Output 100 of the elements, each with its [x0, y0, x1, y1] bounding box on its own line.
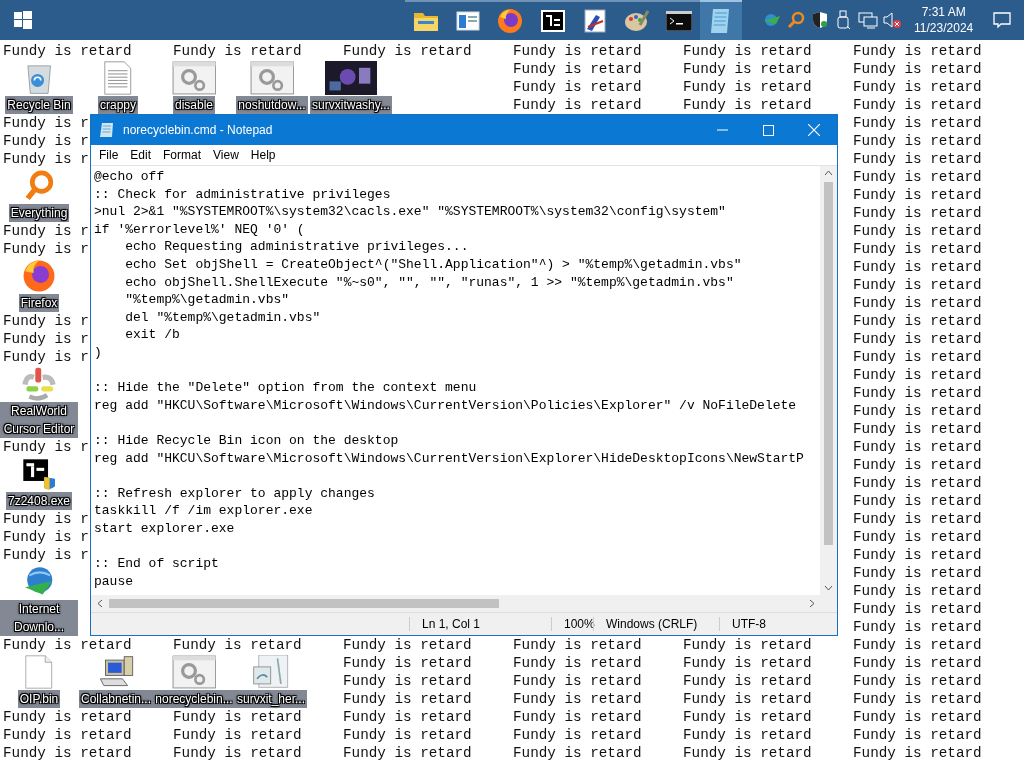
desktop-text: Fundy is retard	[853, 654, 982, 672]
icon-label[interactable]: Recycle Bin	[5, 96, 73, 114]
desktop-text: Fundy is r	[3, 528, 89, 546]
scroll-down-icon[interactable]	[824, 585, 833, 591]
icon-label[interactable]: 7z2408.exe	[5, 492, 73, 510]
desktop-text: Fundy is retard	[853, 582, 982, 600]
window-title: norecyclebin.cmd - Notepad	[123, 123, 274, 137]
code-line: @echo off	[94, 168, 165, 186]
desktop-text: Fundy is retard	[173, 708, 302, 726]
desktop-text: Fundy is retard	[683, 726, 812, 744]
computer-icon[interactable]	[97, 655, 135, 689]
desktop-text: Fundy is retard	[343, 636, 472, 654]
desktop-text: Fundy is retard	[683, 42, 812, 60]
horizontal-scrollbar[interactable]	[91, 595, 837, 612]
icon-label[interactable]: Firefox	[18, 294, 60, 312]
close-icon	[808, 124, 820, 136]
desktop-text: Fundy is retard	[853, 726, 982, 744]
archive-icon	[540, 10, 565, 32]
globe-icon[interactable]	[762, 12, 783, 28]
vertical-scrollbar[interactable]	[820, 166, 837, 595]
icon-label[interactable]: Collabnetin...	[78, 690, 153, 708]
icon-label[interactable]: RealWorld Cursor Editor	[0, 402, 78, 438]
desktop-text: Fundy is retard	[3, 708, 132, 726]
network-icon[interactable]	[858, 11, 879, 29]
scroll-up-icon[interactable]	[824, 170, 833, 176]
thumbnail-icon[interactable]	[324, 61, 378, 95]
palette-icon	[623, 9, 650, 33]
gear-window-icon[interactable]	[171, 61, 217, 95]
speech-bubble-icon	[992, 11, 1011, 29]
desktop-text: Fundy is retard	[343, 654, 472, 672]
desktop-text: Fundy is retard	[343, 744, 472, 762]
desktop-text: Fundy is retard	[853, 708, 982, 726]
code-line: taskkill /f /im explorer.exe	[94, 502, 313, 520]
code-line: echo Requesting administrative privileges...	[124, 238, 469, 256]
paint-icon	[583, 9, 606, 33]
menu-item[interactable]: Edit	[124, 148, 158, 162]
icon-label[interactable]: Everything	[8, 204, 70, 222]
desktop-text: Fundy is retard	[853, 510, 982, 528]
maximize-icon	[762, 124, 774, 136]
desktop-text: Fundy is r	[3, 546, 89, 564]
menu-item[interactable]: File	[93, 148, 125, 162]
menu-item[interactable]: Help	[244, 148, 282, 162]
archive-icon[interactable]	[21, 457, 57, 491]
menu-item[interactable]: View	[207, 148, 245, 162]
desktop-text: Fundy is retard	[683, 744, 812, 762]
icon-label[interactable]: norecyclebin...	[153, 690, 235, 708]
speaker-muted-icon[interactable]	[882, 11, 903, 29]
desktop-text: Fundy is retard	[343, 708, 472, 726]
desktop-text: Fundy is retard	[683, 672, 812, 690]
desktop-text: Fundy is retard	[853, 42, 982, 60]
icon-label[interactable]: disable	[173, 96, 215, 114]
desktop-text: Fundy is retard	[343, 690, 472, 708]
icon-label[interactable]: crappy	[98, 96, 138, 114]
status-text: Windows (CRLF)	[593, 617, 719, 631]
desktop-text: Fundy is retard	[853, 60, 982, 78]
menu-item[interactable]: Format	[157, 148, 208, 162]
scroll-left-icon[interactable]	[97, 599, 103, 608]
desktop-text: Fundy is retard	[853, 456, 982, 474]
scroll-right-icon[interactable]	[809, 599, 815, 608]
icon-label[interactable]: noshutdow...	[236, 96, 308, 114]
desktop-text: Fundy is retard	[513, 654, 642, 672]
shield-icon[interactable]	[812, 11, 829, 29]
desktop-text: Fundy is retard	[683, 78, 812, 96]
desktop-text: Fundy is retard	[853, 240, 982, 258]
desktop-text: Fundy is retard	[173, 744, 302, 762]
desktop-text: Fundy is retard	[853, 744, 982, 762]
desktop-text: Fundy is retard	[853, 204, 982, 222]
desktop-text: Fundy is retard	[513, 42, 642, 60]
desktop-text: Fundy is retard	[853, 186, 982, 204]
code-line: if '%errorlevel%' NEQ '0' (	[94, 220, 305, 239]
desktop-text: Fundy is retard	[513, 672, 642, 690]
clock-date[interactable]: 11/23/2024	[914, 20, 974, 36]
windows-logo-icon	[13, 11, 32, 29]
cursor-tool-icon[interactable]	[22, 367, 56, 401]
magnifier-icon[interactable]	[787, 11, 806, 29]
code-line: echo Set objShell = CreateObject^("Shell.Application"^) > "%temp%\getadmin.vbs"	[124, 255, 742, 274]
desktop-text: Fundy is retard	[853, 690, 982, 708]
icon-label[interactable]: survxitwashy...	[310, 96, 392, 114]
code-line: :: Hide Recycle Bin icon on the desktop	[94, 431, 399, 450]
desktop-text: Fundy is r	[3, 240, 89, 258]
desktop-text: Fundy is retard	[3, 42, 132, 60]
desktop-text: Fundy is retard	[853, 96, 982, 114]
clock-time[interactable]: 7:31 AM	[921, 4, 966, 20]
terminal-icon	[666, 11, 693, 31]
gear-window-icon[interactable]	[171, 655, 217, 689]
code-line: del "%temp%\getadmin.vbs"	[124, 308, 321, 327]
gear-window-icon[interactable]	[249, 61, 295, 95]
image-file-icon[interactable]	[252, 655, 290, 689]
icon-label[interactable]: OIP.bin	[17, 690, 61, 708]
desktop-text: Fundy is retard	[513, 78, 642, 96]
document-icon[interactable]	[104, 61, 132, 95]
desktop-text: Fundy is retard	[853, 474, 982, 492]
usb-drive-icon[interactable]	[837, 10, 852, 30]
icon-label[interactable]: Internet Downlo...	[0, 600, 78, 636]
desktop-text: Fundy is retard	[853, 222, 982, 240]
desktop-text: Fundy is retard	[173, 726, 302, 744]
desktop-text: Fundy is retard	[853, 402, 982, 420]
icon-label[interactable]: survxit_her...	[235, 690, 307, 708]
status-text: 100%	[551, 617, 593, 631]
browser-icon[interactable]	[22, 259, 56, 293]
